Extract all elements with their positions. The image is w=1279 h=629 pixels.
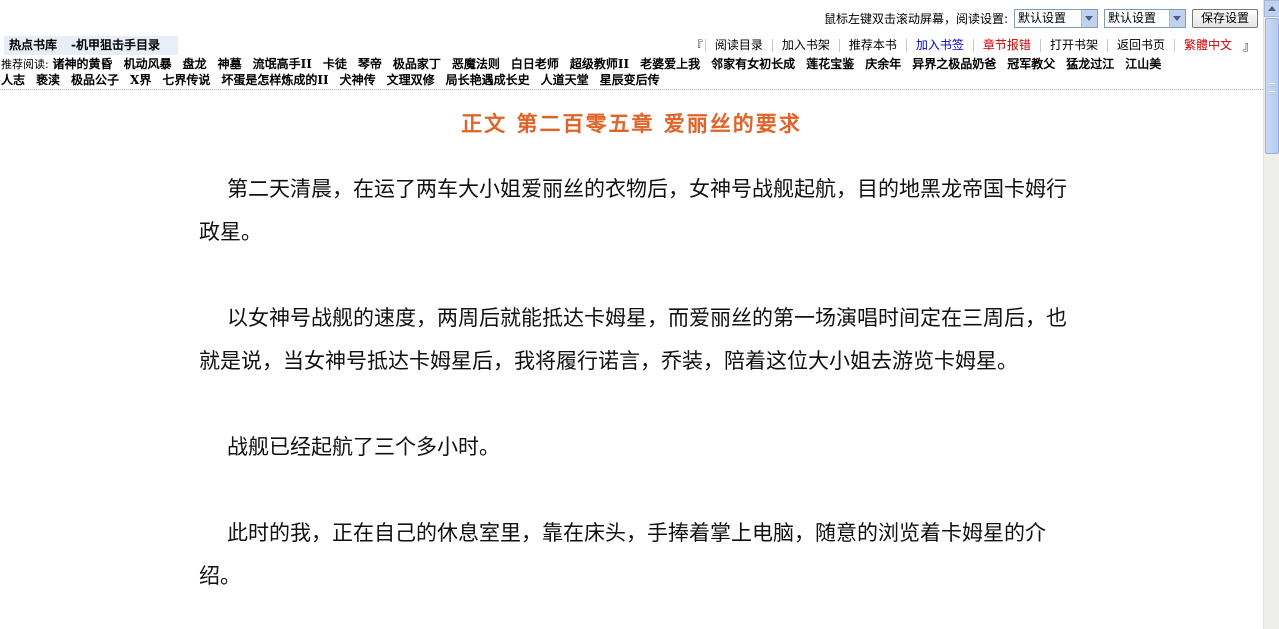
recommend-book-link[interactable]: 极品家丁: [393, 57, 441, 71]
recommend-book-link[interactable]: 庆余年: [865, 57, 901, 71]
vertical-scrollbar[interactable]: [1263, 0, 1279, 629]
font-size-select[interactable]: 默认设置: [1103, 8, 1186, 28]
content-paragraph: 第二天清晨，在运了两车大小姐爱丽丝的衣物后，女神号战舰起航，目的地黑龙帝国卡姆行…: [199, 177, 1067, 244]
recommend-book-link[interactable]: 极品公子: [71, 73, 119, 87]
hot-library-bar: 热点书库 -机甲狙击手目录: [4, 36, 178, 55]
recommend-book-link[interactable]: 犬神传: [340, 73, 376, 87]
recommend-book-link[interactable]: X界: [130, 73, 151, 87]
nav-link-open-bookshelf[interactable]: 打开书架: [1039, 39, 1107, 52]
recommend-book-link[interactable]: 七界传说: [162, 73, 210, 87]
recommend-book-link[interactable]: 文理双修: [387, 73, 435, 87]
recommend-book-link[interactable]: 坏蛋是怎样炼成的II: [221, 73, 328, 87]
recommend-book-link[interactable]: 猛龙过江: [1066, 57, 1114, 71]
recommend-line-1: 推荐阅读: 诸神的黄昏 机动风暴 盘龙 神墓 流氓高手II 卡徒 琴帝 极品家丁 恶魔法则 白日老…: [1, 56, 1263, 72]
recommend-book-link[interactable]: 超级教师II: [570, 57, 629, 71]
nav-link-add-bookshelf[interactable]: 加入书架: [771, 39, 839, 52]
recommend-book-link[interactable]: 白日老师: [511, 57, 559, 71]
save-settings-button[interactable]: 保存设置: [1191, 8, 1258, 28]
nav-link-traditional-chinese[interactable]: 繁體中文: [1173, 39, 1241, 52]
settings-hint: 鼠标左键双击滚动屏幕，阅读设置:: [823, 11, 1008, 26]
font-size-select-value: 默认设置: [1107, 10, 1156, 25]
hot-library-link[interactable]: 热点书库: [9, 38, 57, 52]
scroll-up-arrow-icon[interactable]: [1264, 0, 1279, 17]
recommend-book-link[interactable]: 诸神的黄昏: [53, 57, 113, 71]
recommend-book-link[interactable]: 人道天堂: [541, 73, 589, 87]
recommend-book-link[interactable]: 流氓高手II: [253, 57, 312, 71]
recommend-book-link[interactable]: 盘龙: [183, 57, 207, 71]
nav-link-back-to-book[interactable]: 返回书页: [1106, 39, 1174, 52]
nav-link-recommend-book[interactable]: 推荐本书: [838, 39, 906, 52]
content-paragraph: 以女神号战舰的速度，两周后就能抵达卡姆星，而爱丽丝的第一场演唱时间定在三周后，也…: [199, 306, 1067, 373]
recommend-book-link[interactable]: 星辰变后传: [600, 73, 660, 87]
chapter-title: 正文 第二百零五章 爱丽丝的要求: [461, 111, 802, 136]
recommend-book-link[interactable]: 异界之极品奶爸: [912, 57, 996, 71]
recommend-book-link[interactable]: 卡徒: [323, 57, 347, 71]
recommend-prefix: 推荐阅读:: [1, 58, 49, 71]
recommend-book-link[interactable]: 江山美: [1125, 57, 1161, 71]
recommend-book-link[interactable]: 恶魔法则: [452, 57, 500, 71]
recommend-book-link[interactable]: 神墓: [218, 57, 242, 71]
recommend-book-link[interactable]: 局长艳遇成长史: [446, 73, 530, 87]
close-bracket: 』: [1242, 39, 1255, 53]
open-bracket: 『: [690, 39, 703, 53]
chevron-down-icon[interactable]: [1168, 9, 1185, 27]
content-paragraph: 此时的我，正在自己的休息室里，靠在床头，手捧着掌上电脑，随意的浏览着卡姆星的介绍…: [199, 521, 1046, 588]
reading-style-select[interactable]: 默认设置: [1013, 8, 1098, 28]
nav-link-reading-catalog[interactable]: 阅读目录: [704, 39, 772, 52]
recommend-line-2: 人志 亵渎 极品公子 X界 七界传说 坏蛋是怎样炼成的II 犬神传 文理双修 局长艳遇成长史 人道…: [1, 72, 1263, 88]
recommend-book-link[interactable]: 琴帝: [358, 57, 382, 71]
book-catalog-link[interactable]: -机甲狙击手目录: [71, 38, 160, 52]
nav-link-report-error[interactable]: 章节报错: [972, 39, 1040, 52]
chapter-nav-links: 『 阅读目录 加入书架 推荐本书 加入书签 章节报错 打开书架 返回书页 繁體中…: [689, 36, 1257, 55]
recommend-book-link[interactable]: 机动风暴: [124, 57, 172, 71]
recommend-book-link[interactable]: 冠军教父: [1007, 57, 1055, 71]
chapter-content: 第二天清晨，在运了两车大小姐爱丽丝的衣物后，女神号战舰起航，目的地黑龙帝国卡姆行…: [199, 168, 1069, 629]
reading-style-select-value: 默认设置: [1017, 10, 1066, 25]
content-paragraph: 战舰已经起航了三个多小时。: [227, 435, 500, 459]
recommend-book-link[interactable]: 老婆爱上我: [640, 57, 700, 71]
scroll-thumb[interactable]: [1265, 18, 1279, 154]
recommend-book-link[interactable]: 人志: [1, 73, 25, 87]
recommend-book-link[interactable]: 亵渎: [36, 73, 60, 87]
page: 鼠标左键双击滚动屏幕，阅读设置: 默认设置 默认设置 保存设置 热点书库 -机甲狙…: [0, 0, 1263, 629]
chevron-down-icon[interactable]: [1080, 9, 1097, 27]
divider: [0, 89, 1263, 90]
reading-settings-bar: 鼠标左键双击滚动屏幕，阅读设置: 默认设置 默认设置 保存设置: [824, 8, 1258, 28]
recommend-book-link[interactable]: 莲花宝鉴: [806, 57, 854, 71]
nav-link-add-bookmark[interactable]: 加入书签: [905, 39, 973, 52]
recommend-book-link[interactable]: 邻家有女初长成: [711, 57, 795, 71]
